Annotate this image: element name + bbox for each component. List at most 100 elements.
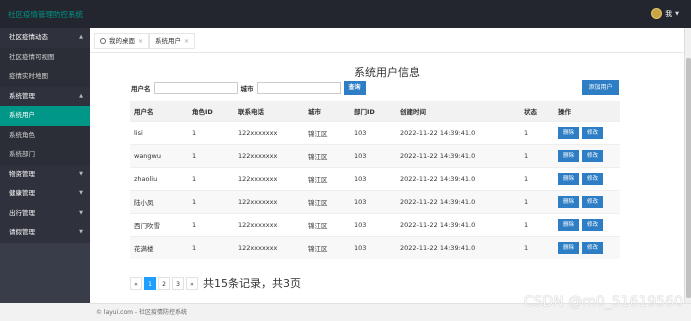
scrollbar-thumb[interactable]	[686, 58, 691, 298]
sidebar-item-label: 系统管理	[9, 91, 35, 100]
pager-page[interactable]: 1	[144, 276, 156, 290]
column-header: 城市	[304, 101, 350, 121]
table-cell: 103	[350, 189, 396, 213]
table-row: 花满楼 1 122xxxxxxx 锦江区 103 2022-11-22 14:39:41.…	[130, 235, 620, 259]
table-cell: 花满楼	[130, 235, 188, 259]
sidebar-item-label: 请假管理	[9, 228, 35, 236]
sidebar-item[interactable]: 社区疫情动态 ▲	[0, 28, 90, 48]
table-row: lisi 1 122xxxxxxx 锦江区 103 2022-11-22 14:39:41…	[130, 120, 620, 144]
delete-button[interactable]: 删除	[558, 172, 579, 185]
close-icon[interactable]: ×	[138, 34, 143, 49]
table-cell: 锦江区	[304, 189, 350, 213]
table-cell: 1	[520, 143, 554, 167]
actions-cell: 删除 修改	[554, 189, 620, 213]
chevron-down-icon: ▼	[79, 209, 83, 216]
table-cell: 122xxxxxxx	[234, 143, 304, 167]
table-cell: 1	[188, 120, 234, 144]
table-cell: 2022-11-22 14:39:41.0	[396, 143, 520, 167]
column-header: 创建时间	[396, 101, 520, 121]
user-name: 我	[665, 9, 673, 18]
table-cell: 1	[520, 212, 554, 236]
edit-button[interactable]: 修改	[582, 149, 603, 162]
column-header: 用户名	[130, 101, 188, 121]
table-row: 陆小凤 1 122xxxxxxx 锦江区 103 2022-11-22 14:39:41.…	[130, 189, 620, 213]
sidebar-item[interactable]: 出行管理 ▼	[0, 203, 90, 223]
add-user-button[interactable]: 添加用户	[582, 80, 619, 95]
tab-current-label: 系统用户	[155, 36, 181, 45]
delete-button[interactable]: 删除	[558, 218, 579, 231]
pager-page[interactable]: 2	[158, 276, 170, 290]
sidebar-item[interactable]: 社区疫情可视图	[0, 47, 90, 67]
table-cell: 122xxxxxxx	[234, 120, 304, 144]
table-cell: 122xxxxxxx	[234, 166, 304, 190]
tab-bar: 我的桌面 × 系统用户 ×	[90, 28, 691, 53]
sidebar-item-label: 健康管理	[9, 189, 35, 197]
sidebar-item[interactable]: 系统角色	[0, 125, 90, 145]
table-cell: 锦江区	[304, 120, 350, 144]
table-cell: 2022-11-22 14:39:41.0	[396, 189, 520, 213]
vertical-scrollbar[interactable]	[684, 28, 691, 303]
table-row: zhaoliu 1 122xxxxxxx 锦江区 103 2022-11-22 14:39…	[130, 166, 620, 190]
sidebar-item[interactable]: 系统用户	[0, 106, 90, 126]
table-cell: 122xxxxxxx	[234, 189, 304, 213]
table-cell: 122xxxxxxx	[234, 235, 304, 259]
table-cell: 锦江区	[304, 166, 350, 190]
table-cell: wangwu	[130, 143, 188, 167]
actions-cell: 删除 修改	[554, 212, 620, 236]
chevron-down-icon: ▼	[79, 170, 83, 177]
delete-button[interactable]: 删除	[558, 195, 579, 208]
actions-cell: 删除 修改	[554, 143, 620, 167]
table-cell: 1	[520, 189, 554, 213]
filter-bar: 用户名 城市 查询	[131, 81, 366, 95]
delete-button[interactable]: 删除	[558, 149, 579, 162]
close-icon[interactable]: ×	[184, 34, 189, 49]
sidebar-item-label: 疫情实时地图	[9, 72, 48, 80]
edit-button[interactable]: 修改	[582, 241, 603, 254]
query-button[interactable]: 查询	[343, 81, 366, 95]
table-cell: 陆小凤	[130, 189, 188, 213]
city-input[interactable]	[256, 82, 341, 94]
table-row: wangwu 1 122xxxxxxx 锦江区 103 2022-11-22 14:39:…	[130, 143, 620, 167]
edit-button[interactable]: 修改	[582, 218, 603, 231]
table-cell: 2022-11-22 14:39:41.0	[396, 212, 520, 236]
caret-down-icon: ▼	[675, 10, 679, 17]
delete-button[interactable]: 删除	[558, 126, 579, 139]
sidebar-item[interactable]: 物资管理 ▼	[0, 164, 90, 184]
edit-button[interactable]: 修改	[582, 195, 603, 208]
sidebar: 社区疫情动态 ▲ 社区疫情可视图 疫情实时地图 系统管理 ▲ 系统用户 系统角色 系统部门 物资管…	[0, 28, 90, 303]
table-cell: 1	[520, 166, 554, 190]
username-input[interactable]	[153, 82, 238, 94]
sidebar-item[interactable]: 疫情实时地图	[0, 67, 90, 87]
tab-home[interactable]: 我的桌面 ×	[94, 33, 150, 49]
sidebar-item[interactable]: 健康管理 ▼	[0, 184, 90, 204]
actions-cell: 删除 修改	[554, 166, 620, 190]
sidebar-item-label: 社区疫情动态	[9, 33, 48, 41]
sidebar-item[interactable]: 请假管理 ▼	[0, 223, 90, 243]
table-cell: 103	[350, 120, 396, 144]
table-cell: 2022-11-22 14:39:41.0	[396, 120, 520, 144]
delete-button[interactable]: 删除	[558, 241, 579, 254]
pager-page[interactable]: 3	[172, 276, 184, 290]
chevron-down-icon: ▼	[79, 229, 83, 235]
edit-button[interactable]: 修改	[582, 172, 603, 185]
table-header-row: 用户名 角色ID 联系电话 城市 部门ID 创建时间 状态 操作	[130, 101, 620, 121]
username-label: 用户名	[131, 85, 151, 93]
edit-button[interactable]: 修改	[582, 126, 603, 139]
pager-prev[interactable]: «	[130, 276, 142, 290]
page-title: 系统用户信息	[354, 66, 420, 79]
tab-system-users[interactable]: 系统用户 ×	[149, 33, 196, 49]
user-menu[interactable]: 我 ▼	[651, 8, 679, 19]
table-cell: 1	[520, 235, 554, 259]
chevron-up-icon: ▲	[79, 34, 83, 40]
table-cell: 锦江区	[304, 235, 350, 259]
table-cell: 103	[350, 143, 396, 167]
pager-next[interactable]: »	[186, 276, 198, 290]
sidebar-item[interactable]: 系统部门	[0, 145, 90, 165]
table-cell: 103	[350, 235, 396, 259]
table-cell: 锦江区	[304, 212, 350, 236]
sidebar-item[interactable]: 系统管理 ▲	[0, 86, 90, 106]
table-cell: 103	[350, 166, 396, 190]
watermark: CSDN @m0_51619560	[523, 294, 683, 310]
sidebar-item-label: 系统部门	[9, 150, 35, 158]
pager-summary: 共15条记录，共3页	[203, 277, 301, 290]
